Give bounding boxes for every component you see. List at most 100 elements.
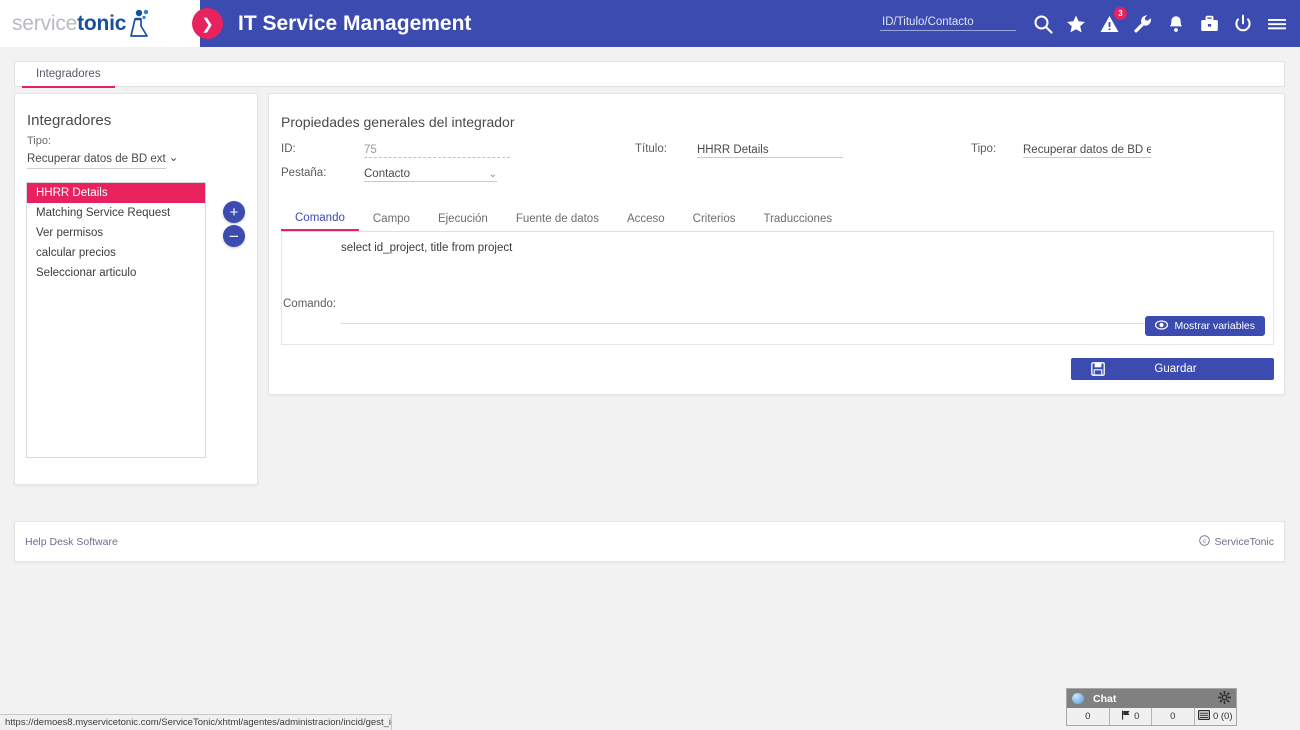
gear-icon[interactable] <box>1217 690 1232 707</box>
tab-acceso[interactable]: Acceso <box>613 206 679 231</box>
tab-criterios[interactable]: Criterios <box>679 206 750 231</box>
tab-integradores[interactable]: Integradores <box>22 62 115 88</box>
chat-header[interactable]: Chat <box>1067 689 1236 708</box>
tab-ejecucion[interactable]: Ejecución <box>424 206 502 231</box>
add-integrador-button[interactable]: + <box>223 201 245 223</box>
save-button[interactable]: Guardar <box>1071 358 1274 380</box>
hamburger-menu-icon[interactable] <box>1266 14 1288 34</box>
sidebar-tipo-label: Tipo: <box>27 135 52 147</box>
svg-text:c: c <box>1203 538 1207 545</box>
titulo-field[interactable]: HHRR Details <box>697 140 843 158</box>
pestana-label: Pestaña: <box>281 167 327 179</box>
window-list-icon <box>1197 710 1210 723</box>
star-icon[interactable] <box>1066 14 1086 34</box>
properties-tabs: Comando Campo Ejecución Fuente de datos … <box>281 207 1274 232</box>
tipo-select[interactable]: Recuperar datos de BD ext ⌄ <box>1023 140 1151 158</box>
alert-badge-count: 3 <box>1114 6 1127 20</box>
id-value: 75 <box>364 144 377 156</box>
header-actions: 3 <box>880 6 1300 34</box>
chevron-down-icon: ⌄ <box>168 152 179 165</box>
chat-bubble-icon <box>1072 693 1084 704</box>
flask-icon <box>127 9 153 39</box>
mostrar-variables-button[interactable]: Mostrar variables <box>1145 316 1265 336</box>
chat-count-2: 0 <box>1170 711 1176 722</box>
help-desk-software-link[interactable]: Help Desk Software <box>25 536 118 548</box>
sidebar-tipo-value: Recuperar datos de BD ext <box>27 153 166 165</box>
chat-count-3: 0 (0) <box>1212 711 1233 722</box>
chat-count-1: 0 <box>1134 711 1140 722</box>
remove-integrador-button[interactable]: − <box>223 225 245 247</box>
bell-icon[interactable] <box>1166 14 1186 34</box>
search-box[interactable] <box>880 16 1016 31</box>
tab-campo[interactable]: Campo <box>359 206 424 231</box>
integradores-list[interactable]: HHRR Details Matching Service Request Ve… <box>26 182 206 458</box>
briefcase-icon[interactable] <box>1199 14 1220 34</box>
tab-traducciones-label: Traducciones <box>763 212 833 225</box>
tab-criterios-label: Criterios <box>692 212 736 225</box>
save-disk-icon <box>1091 362 1105 376</box>
list-item-label: Ver permisos <box>36 227 104 239</box>
comando-panel: Comando: Mostrar variables <box>281 232 1274 345</box>
titulo-value: HHRR Details <box>697 144 769 156</box>
titulo-label: Título: <box>635 143 667 155</box>
plus-icon: + <box>229 203 239 221</box>
comando-textarea[interactable] <box>340 236 1255 324</box>
power-icon[interactable] <box>1233 14 1253 34</box>
tab-fuente-de-datos-label: Fuente de datos <box>515 212 599 225</box>
tab-integradores-label: Integradores <box>36 68 101 80</box>
logo-tonic-text: tonic <box>77 11 127 35</box>
copyright-icon: c <box>1199 534 1211 549</box>
tab-fuente-de-datos[interactable]: Fuente de datos <box>502 206 613 231</box>
logo-wordmark: servicetonic <box>12 12 126 36</box>
status-bar-url-text: https://demoes8.myservicetonic.com/Servi… <box>5 717 391 728</box>
warning-triangle-icon[interactable]: 3 <box>1099 6 1127 34</box>
list-item-label: calcular precios <box>36 247 116 259</box>
integradores-panel: Integradores Tipo: Recuperar datos de BD… <box>14 93 258 485</box>
list-item[interactable]: Seleccionar articulo <box>27 263 205 283</box>
chat-count-0: 0 <box>1085 711 1091 722</box>
list-item[interactable]: calcular precios <box>27 243 205 263</box>
page-title: Propiedades generales del integrador <box>281 114 515 130</box>
sidebar-tipo-select[interactable]: Recuperar datos de BD ext ⌄ <box>27 150 178 169</box>
chat-counter-cell[interactable]: 0 <box>1152 708 1195 725</box>
list-item[interactable]: Matching Service Request <box>27 203 205 223</box>
id-field: 75 <box>364 140 510 158</box>
chat-counter-cell[interactable]: 0 (0) <box>1195 708 1237 725</box>
app-title: IT Service Management <box>238 11 472 35</box>
tab-traducciones[interactable]: Traducciones <box>749 206 846 231</box>
logo-area[interactable]: servicetonic ❯ <box>0 0 223 47</box>
flag-icon <box>1121 710 1131 723</box>
chat-counter-cell[interactable]: 0 <box>1067 708 1110 725</box>
comando-label: Comando: <box>283 298 337 310</box>
tipo-label: Tipo: <box>971 143 997 155</box>
chevron-down-icon: ⌄ <box>488 169 497 180</box>
list-item-label: HHRR Details <box>36 187 108 199</box>
chat-counter-cell[interactable]: 0 <box>1110 708 1152 725</box>
tab-comando[interactable]: Comando <box>281 206 359 231</box>
search-input[interactable] <box>880 16 1016 31</box>
chat-widget[interactable]: Chat 0 0 0 0 (0) <box>1066 688 1237 726</box>
chat-title: Chat <box>1093 692 1117 705</box>
list-item[interactable]: Ver permisos <box>27 223 205 243</box>
copyright-text: ServiceTonic <box>1214 535 1274 548</box>
app-header: servicetonic ❯ IT Service Management 3 <box>0 0 1300 47</box>
tab-acceso-label: Acceso <box>626 212 665 225</box>
save-button-label: Guardar <box>1154 363 1197 375</box>
status-bar-url: https://demoes8.myservicetonic.com/Servi… <box>0 714 392 730</box>
list-item-label: Matching Service Request <box>36 207 171 219</box>
minus-icon: − <box>229 226 239 246</box>
eye-icon <box>1155 319 1169 333</box>
page-tab-strip: Integradores <box>14 61 1285 88</box>
wrench-icon[interactable] <box>1133 14 1153 34</box>
sidebar-title: Integradores <box>27 112 112 129</box>
tipo-value: Recuperar datos de BD ext <box>1023 144 1151 156</box>
copyright: c ServiceTonic <box>1199 534 1274 549</box>
chevron-right-badge-icon[interactable]: ❯ <box>192 8 223 39</box>
pestana-select[interactable]: Contacto ⌄ <box>364 164 497 182</box>
list-item[interactable]: HHRR Details <box>27 183 205 203</box>
tab-comando-label: Comando <box>295 211 345 224</box>
tab-ejecucion-label: Ejecución <box>437 212 488 225</box>
integrador-properties-panel: Propiedades generales del integrador ID:… <box>268 93 1285 395</box>
search-icon[interactable] <box>1033 14 1053 34</box>
logo-service-text: service <box>12 11 78 35</box>
